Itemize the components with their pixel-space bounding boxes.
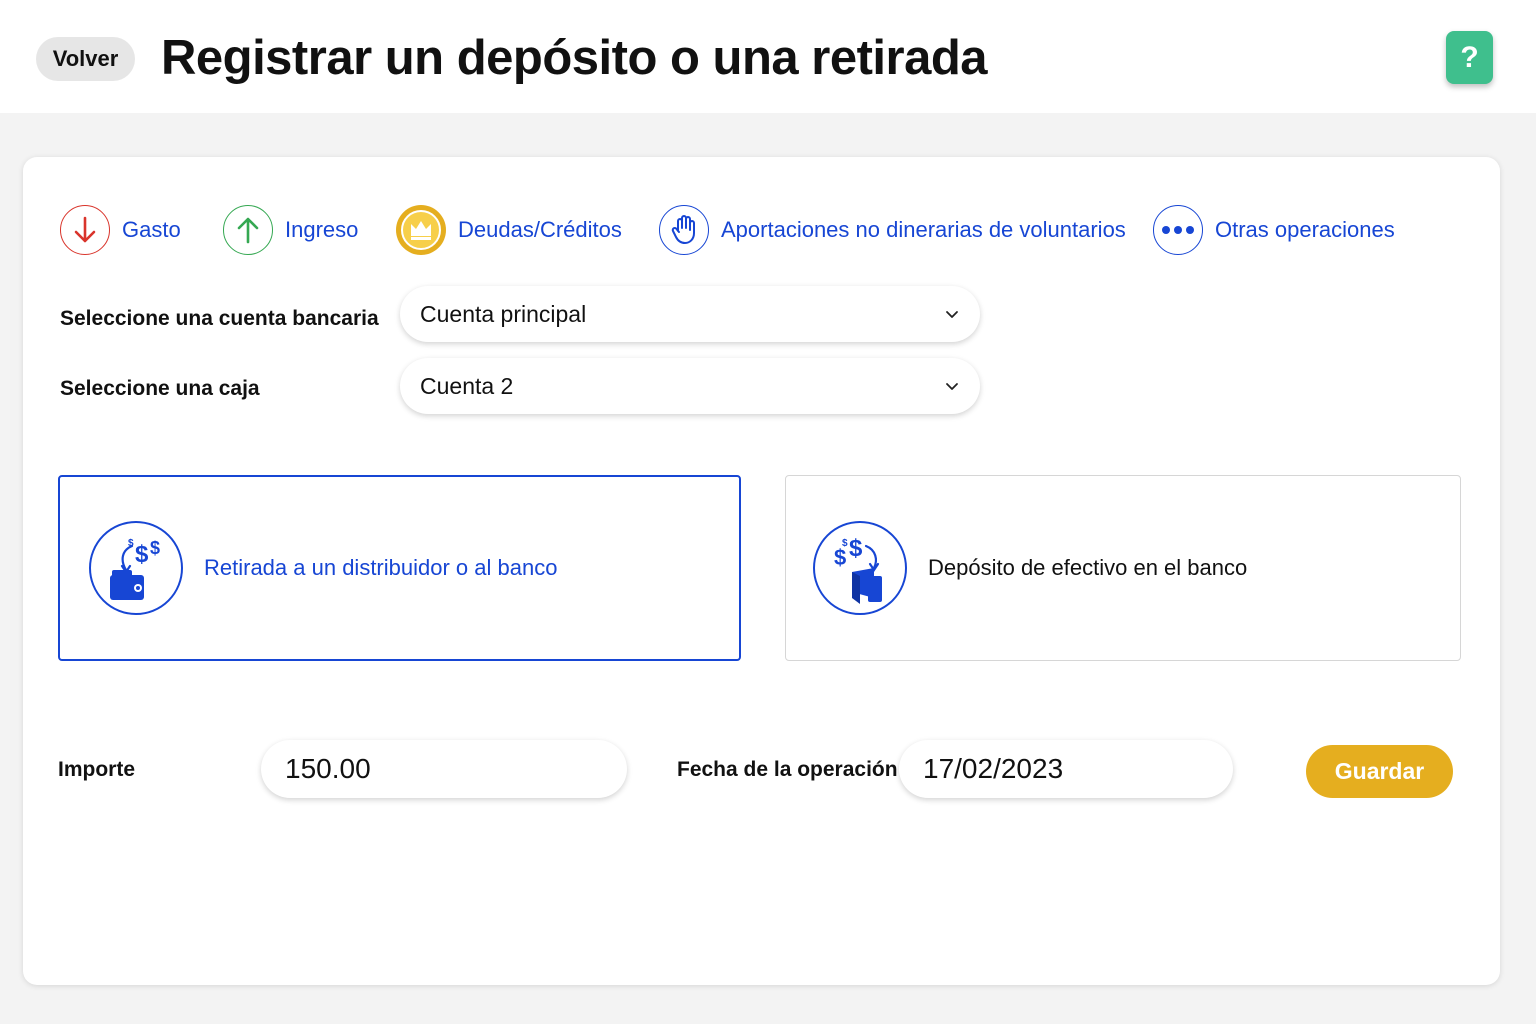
svg-text:$: $ [842, 538, 848, 549]
amount-label: Importe [58, 758, 136, 781]
date-input[interactable] [899, 740, 1233, 798]
chevron-down-icon [946, 311, 958, 318]
deposit-option[interactable]: $ $ $ Depósito de efectivo en el banco [785, 475, 1461, 661]
back-button[interactable]: Volver [36, 37, 135, 81]
deposit-option-label: Depósito de efectivo en el banco [928, 555, 1248, 580]
chevron-down-icon [946, 383, 958, 390]
tab-deudas-creditos-label: Deudas/Créditos [458, 217, 622, 242]
form-card: Gasto Ingreso Deudas/Créditos Aportacion… [23, 157, 1500, 985]
bank-account-label: Seleccione una cuenta bancaria [60, 307, 379, 330]
withdrawal-option[interactable]: $ $ $ Retirada a un distribuidor o al ba… [58, 475, 741, 661]
tab-ingreso-label: Ingreso [285, 217, 359, 242]
tab-otras-operaciones-label: Otras operaciones [1215, 217, 1395, 242]
svg-text:$: $ [135, 541, 149, 568]
help-button[interactable]: ? [1446, 31, 1493, 84]
arrow-up-icon [223, 205, 273, 255]
more-dots-icon [1153, 205, 1203, 255]
bank-account-value: Cuenta principal [420, 300, 587, 327]
tab-otras-operaciones[interactable]: Otras operaciones [1153, 203, 1395, 257]
arrow-down-icon [60, 205, 110, 255]
cash-box-select[interactable]: Cuenta 2 [400, 358, 980, 414]
svg-text:$: $ [150, 538, 160, 558]
crown-coin-icon [396, 205, 446, 255]
date-label: Fecha de la operación [677, 758, 898, 781]
tab-aportaciones-label: Aportaciones no dinerarias de voluntario… [721, 217, 1126, 242]
amount-input[interactable] [261, 740, 627, 798]
save-button[interactable]: Guardar [1306, 745, 1453, 798]
tab-deudas-creditos[interactable]: Deudas/Créditos [396, 203, 622, 257]
tab-aportaciones[interactable]: Aportaciones no dinerarias de voluntario… [659, 203, 1126, 257]
svg-text:$: $ [849, 535, 863, 562]
tab-ingreso[interactable]: Ingreso [223, 203, 358, 257]
raised-hand-icon [659, 205, 709, 255]
cash-box-value: Cuenta 2 [420, 372, 514, 399]
tab-gasto[interactable]: Gasto [60, 203, 181, 257]
cash-deposit-icon: $ $ $ [813, 521, 907, 615]
withdrawal-option-label: Retirada a un distribuidor o al banco [204, 555, 558, 580]
cash-box-label: Seleccione una caja [60, 377, 260, 400]
page-title: Registrar un depósito o una retirada [161, 31, 988, 85]
tab-gasto-label: Gasto [122, 217, 181, 242]
page-header: Volver Registrar un depósito o una retir… [0, 0, 1536, 113]
bank-account-select[interactable]: Cuenta principal [400, 286, 980, 342]
cash-withdrawal-icon: $ $ $ [89, 521, 183, 615]
